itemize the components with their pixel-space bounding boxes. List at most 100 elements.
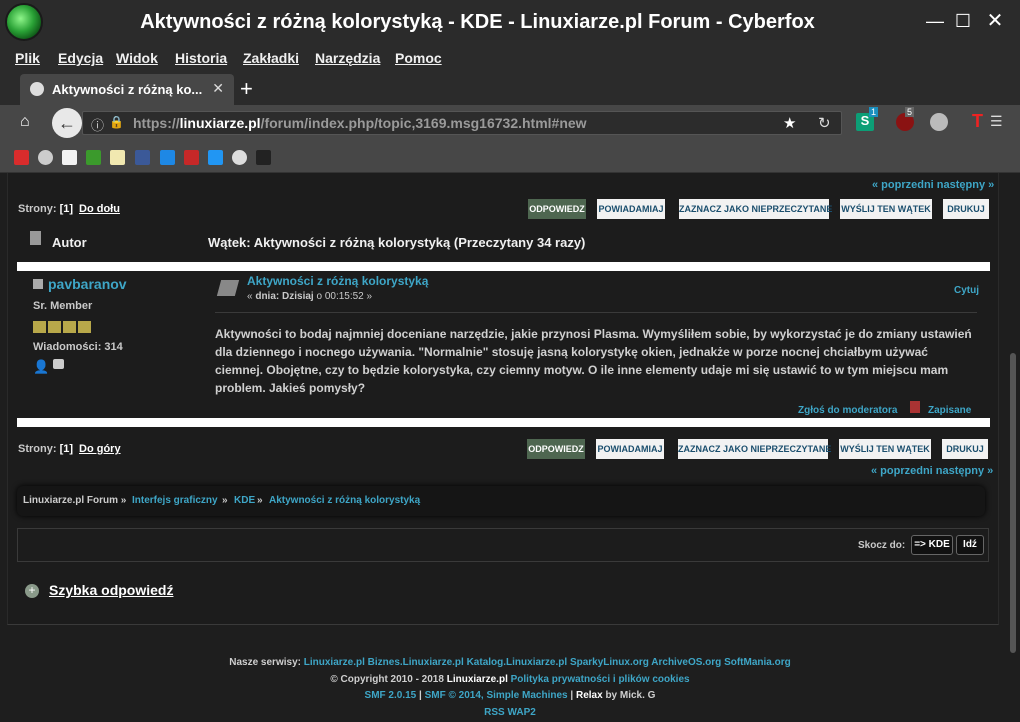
globe-bookmark-icon[interactable] <box>232 150 247 165</box>
smf-copyright-link[interactable]: SMF © 2014, <box>425 690 484 701</box>
scrollbar[interactable] <box>1006 173 1020 722</box>
green-bookmark-icon[interactable] <box>86 150 101 165</box>
footer-separator: | <box>419 690 422 701</box>
overflow-menu-icon[interactable]: ☰ <box>990 113 1003 130</box>
rss-link[interactable]: RSS <box>484 707 505 718</box>
bookmark-star-icon[interactable]: ★ <box>783 114 796 132</box>
theme-name: Relax <box>575 690 603 701</box>
reply-button-top[interactable]: ODPOWIEDZ <box>528 199 586 219</box>
menu-plik[interactable]: Plik <box>15 50 40 66</box>
footer-site-link[interactable]: SparkyLinux.org <box>570 657 649 668</box>
jump-select[interactable]: => KDE <box>911 535 953 555</box>
footer-sites-label: Nasze serwisy: <box>229 657 301 668</box>
reply-button-bottom[interactable]: ODPOWIEDZ <box>527 439 585 459</box>
p-bookmark-icon[interactable] <box>160 150 175 165</box>
mark-unread-button-bottom[interactable]: ZAZNACZ JAKO NIEPRZECZYTANE <box>678 439 831 459</box>
smf-link[interactable]: SMF 2.0.15 <box>365 690 417 701</box>
footer-site-link[interactable]: Linuxiarze.pl <box>304 657 365 668</box>
info-icon[interactable]: ⓘ <box>91 115 104 134</box>
mask-extension-icon[interactable] <box>930 113 948 131</box>
menu-historia[interactable]: Historia <box>175 50 227 66</box>
e-bookmark-icon[interactable] <box>184 150 199 165</box>
back-button[interactable]: ← <box>52 108 82 138</box>
breadcrumb-item[interactable]: KDE <box>234 495 255 506</box>
link-up[interactable]: Do góry <box>79 443 121 455</box>
report-moderator-link[interactable]: Zgłoś do moderatora <box>798 405 897 416</box>
huawei-bookmark-icon[interactable] <box>14 150 29 165</box>
ublock-badge: 5 <box>905 107 915 117</box>
footer-site-link[interactable]: Katalog.Linuxiarze.pl <box>467 657 568 668</box>
notify-button-top[interactable]: POWIADAMIAJ <box>597 199 665 219</box>
send-topic-button-bottom[interactable]: WYŚLIJ TEN WĄTEK <box>839 439 931 459</box>
rank-star-icon <box>33 321 46 333</box>
quote-link[interactable]: Cytuj <box>954 285 979 296</box>
print-button-bottom[interactable]: DRUKUJ <box>942 439 988 459</box>
privacy-link[interactable]: Polityka prywatności i plików cookies <box>511 674 690 685</box>
simple-machines-link[interactable]: Simple Machines <box>486 690 567 701</box>
nav-bar: ⌂ ← ⓘ 🔒 https://linuxiarze.pl/forum/inde… <box>0 105 1020 142</box>
send-topic-button-top[interactable]: WYŚLIJ TEN WĄTEK <box>840 199 932 219</box>
breadcrumb-separator: » <box>222 495 228 506</box>
profile-icon[interactable]: 👤 <box>33 359 49 375</box>
menu-pomoc[interactable]: Pomoc <box>395 50 442 66</box>
pm-icon[interactable] <box>53 359 64 369</box>
breadcrumb-item[interactable]: Aktywności z różną kolorystyką <box>269 495 420 506</box>
mark-unread-button-top[interactable]: ZAZNACZ JAKO NIEPRZECZYTANE <box>679 199 832 219</box>
url-bar[interactable]: ⓘ 🔒 https://linuxiarze.pl/forum/index.ph… <box>82 111 842 135</box>
linuxiarze-bookmark-icon[interactable] <box>62 150 77 165</box>
link-down[interactable]: Do dołu <box>79 203 120 215</box>
jump-box: Skocz do: => KDE Idź <box>17 528 989 562</box>
breadcrumb-root[interactable]: Linuxiarze.pl Forum » <box>23 495 126 506</box>
post-subject[interactable]: Aktywności z różną kolorystyką <box>247 274 428 288</box>
breadcrumb-separator: » <box>257 495 263 506</box>
breadcrumb-item[interactable]: Interfejs graficzny <box>132 495 218 506</box>
print-button-top[interactable]: DRUKUJ <box>943 199 989 219</box>
maximize-button[interactable]: ☐ <box>952 10 974 32</box>
expand-plus-icon[interactable]: + <box>25 584 39 598</box>
reload-icon[interactable]: ↻ <box>818 114 831 132</box>
post-author-name[interactable]: pavbaranov <box>48 276 127 292</box>
thread-title: Wątek: Aktywności z różną kolorystyką (P… <box>208 235 586 250</box>
url-text[interactable]: https://linuxiarze.pl/forum/index.php/to… <box>133 115 587 131</box>
home-icon[interactable]: ⌂ <box>20 113 30 131</box>
close-window-button[interactable]: ✕ <box>984 10 1006 32</box>
tab-label: Aktywności z różną ko... <box>52 82 203 97</box>
new-tab-button[interactable]: + <box>240 76 253 102</box>
menu-bar: Plik Edycja Widok Historia Zakładki Narz… <box>0 44 1020 72</box>
footer-site-link[interactable]: SoftMania.org <box>724 657 791 668</box>
menu-widok[interactable]: Widok <box>116 50 158 66</box>
forum-bookmark-icon[interactable] <box>38 150 53 165</box>
menu-zakladki[interactable]: Zakładki <box>243 50 299 66</box>
ip-icon <box>910 401 920 413</box>
post-body: Aktywności to bodaj najmniej doceniane n… <box>215 327 972 395</box>
jump-label: Skocz do: <box>858 540 906 551</box>
distrowatch-bookmark-icon[interactable] <box>110 150 125 165</box>
tab-strip: Aktywności z różną ko... ✕ + <box>0 72 1020 105</box>
author-column-icon <box>30 231 41 245</box>
prev-next-bottom[interactable]: « poprzedni następny » <box>871 465 993 477</box>
menu-narzedzia[interactable]: Narzędzia <box>315 50 380 66</box>
minimize-button[interactable]: — <box>924 10 946 32</box>
extension-t-icon[interactable]: T <box>972 111 983 132</box>
quick-reply-link[interactable]: Szybka odpowiedź <box>49 582 173 598</box>
scrollbar-thumb[interactable] <box>1010 353 1016 653</box>
tab-active[interactable]: Aktywności z różną ko... ✕ <box>20 74 234 105</box>
forum-favicon-icon <box>30 82 44 96</box>
footer-site-link[interactable]: ArchiveOS.org <box>651 657 721 668</box>
footer-feeds: RSS WAP2 <box>0 707 1020 718</box>
jump-go-button[interactable]: Idź <box>956 535 984 555</box>
menu-edycja[interactable]: Edycja <box>58 50 103 66</box>
wap2-link[interactable]: WAP2 <box>508 707 536 718</box>
rank-star-icon <box>48 321 61 333</box>
facebook-bookmark-icon[interactable] <box>135 150 150 165</box>
notify-button-bottom[interactable]: POWIADAMIAJ <box>596 439 664 459</box>
breadcrumb: Linuxiarze.pl Forum » Interfejs graficzn… <box>17 486 985 516</box>
tux-bookmark-icon[interactable] <box>256 150 271 165</box>
tab-close-icon[interactable]: ✕ <box>212 80 224 97</box>
post-top-separator <box>17 262 990 271</box>
prev-next-top[interactable]: « poprzedni następny » <box>872 179 994 191</box>
footer-powered: SMF 2.0.15 | SMF © 2014, Simple Machines… <box>0 690 1020 701</box>
css-bookmark-icon[interactable] <box>208 150 223 165</box>
post-bottom-separator <box>17 418 990 427</box>
footer-site-link[interactable]: Biznes.Linuxiarze.pl <box>368 657 464 668</box>
